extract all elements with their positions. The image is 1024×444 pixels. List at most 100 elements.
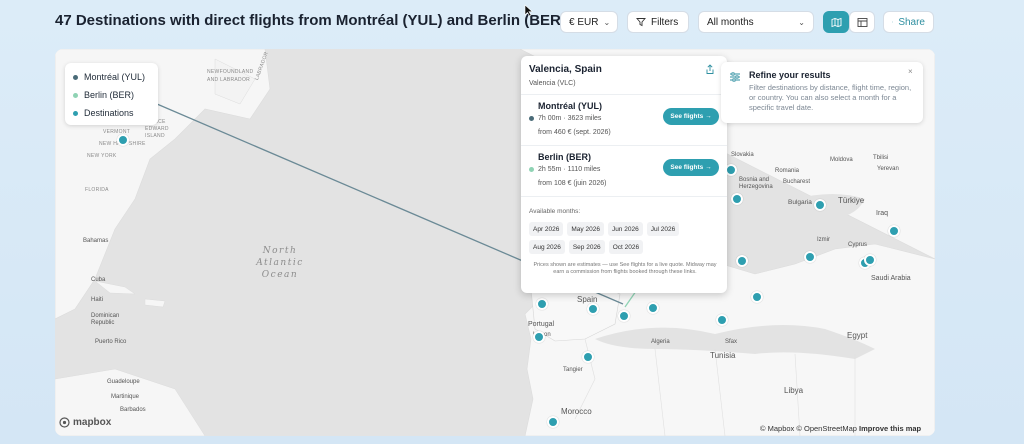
- refine-title: Refine your results: [749, 70, 831, 80]
- map-label: NEWFOUNDLAND: [207, 69, 254, 75]
- share-button[interactable]: Share: [883, 11, 934, 33]
- see-flights-button[interactable]: See flights →: [663, 108, 719, 125]
- close-icon[interactable]: ×: [908, 67, 913, 76]
- map-label: Tangier: [563, 367, 583, 373]
- route-dot: [529, 116, 534, 121]
- destination-pin[interactable]: [864, 254, 876, 266]
- mapbox-logo[interactable]: mapbox: [59, 417, 111, 428]
- share-icon[interactable]: [705, 64, 715, 75]
- month-chips: Apr 2026 May 2026 Jun 2026 Jul 2026 Aug …: [529, 222, 689, 254]
- filters-label: Filters: [651, 16, 679, 28]
- map-label: NEW YORK: [87, 153, 117, 159]
- popup-divider: [521, 196, 727, 197]
- legend-item-berlin: Berlin (BER): [73, 86, 150, 104]
- route-price: from 108 € (juin 2026): [538, 180, 607, 187]
- mapbox-wordmark: mapbox: [73, 417, 112, 428]
- route-montreal: Montréal (YUL) 7h 00m · 3623 miles from …: [521, 94, 727, 145]
- map-attribution: © Mapbox © OpenStreetMap Improve this ma…: [760, 424, 921, 433]
- map-icon: [831, 17, 841, 27]
- map-label: Cyprus: [848, 242, 868, 248]
- map-label: Haiti: [91, 297, 104, 303]
- route-berlin: Berlin (BER) 2h 55m · 1110 miles from 10…: [521, 145, 727, 196]
- month-chip[interactable]: Apr 2026: [529, 222, 564, 236]
- destination-pin[interactable]: [547, 416, 559, 428]
- improve-map-link[interactable]: Improve this map: [859, 424, 921, 433]
- map-label: Romania: [775, 168, 800, 174]
- map-label: Bahamas: [83, 238, 109, 244]
- map-label: Barbados: [120, 407, 146, 413]
- destination-pin[interactable]: [731, 193, 743, 205]
- map-legend: Montréal (YUL) Berlin (BER) Destinations: [65, 63, 158, 125]
- map-label: Cuba: [91, 277, 106, 283]
- map-label: Bucharest: [783, 179, 811, 185]
- mapbox-icon: [59, 417, 70, 428]
- share-label: Share: [898, 16, 925, 28]
- legend-label: Berlin (BER): [84, 90, 135, 100]
- map-label: Yerevan: [877, 166, 899, 172]
- month-chip[interactable]: Aug 2026: [529, 240, 565, 254]
- popup-subtitle: Valencia (VLC): [529, 80, 576, 87]
- chevron-down-icon: ⌄: [603, 17, 611, 27]
- destination-pin[interactable]: [587, 303, 599, 315]
- destination-pin[interactable]: [814, 199, 826, 211]
- destination-pin[interactable]: [804, 251, 816, 263]
- month-chip[interactable]: May 2026: [567, 222, 604, 236]
- map-label: Bosnia and: [739, 177, 770, 183]
- currency-label: € EUR: [569, 16, 599, 28]
- destination-pin[interactable]: [582, 351, 594, 363]
- destination-popup: Valencia, Spain Valencia (VLC) Montréal …: [521, 56, 727, 293]
- destination-pin[interactable]: [117, 134, 129, 146]
- destination-pin[interactable]: [647, 302, 659, 314]
- destination-pin[interactable]: [716, 314, 728, 326]
- destination-pin[interactable]: [751, 291, 763, 303]
- map-label: Libya: [784, 386, 804, 395]
- month-chip[interactable]: Jun 2026: [607, 222, 643, 236]
- filter-icon: [636, 18, 646, 27]
- price-disclaimer: Prices shown are estimates — use See fli…: [533, 262, 717, 275]
- legend-label: Montréal (YUL): [84, 72, 146, 82]
- table-view-toggle[interactable]: [849, 11, 875, 33]
- map-label: Saudi Arabia: [871, 275, 911, 282]
- currency-select[interactable]: € EUR ⌄: [560, 11, 618, 33]
- month-chip[interactable]: Sep 2026: [568, 240, 605, 254]
- map-label: EDWARD: [145, 126, 169, 132]
- map-label: Iraq: [876, 210, 889, 217]
- map-label: ISLAND: [145, 133, 165, 139]
- available-months-label: Available months:: [529, 208, 581, 215]
- route-price: from 460 € (sept. 2026): [538, 129, 611, 136]
- map-label: Herzegovina: [739, 184, 773, 190]
- mouse-cursor-icon: [524, 4, 533, 17]
- legend-dot: [73, 110, 78, 116]
- legend-dot: [73, 74, 78, 80]
- map-label: Portugal: [528, 321, 555, 328]
- filters-button[interactable]: Filters: [627, 11, 689, 33]
- legend-dot: [73, 92, 78, 98]
- destination-pin[interactable]: [736, 255, 748, 267]
- map-label: Türkiye: [838, 196, 865, 205]
- destination-pin[interactable]: [536, 298, 548, 310]
- map-label: Dominican: [91, 313, 120, 319]
- popup-title: Valencia, Spain: [529, 64, 602, 75]
- map-view-toggle[interactable]: [823, 11, 849, 33]
- map-label: Sfax: [725, 339, 738, 345]
- map-label: Morocco: [561, 407, 592, 416]
- refine-body: Filter destinations by distance, flight …: [749, 83, 912, 112]
- map-label: Tbilisi: [873, 155, 889, 161]
- see-flights-button[interactable]: See flights →: [663, 159, 719, 176]
- share-icon: [892, 21, 894, 23]
- destination-pin[interactable]: [618, 310, 630, 322]
- page-title: 47 Destinations with direct flights from…: [55, 12, 566, 29]
- months-select[interactable]: All months ⌄: [698, 11, 814, 33]
- osm-attribution[interactable]: © Mapbox © OpenStreetMap: [760, 424, 857, 433]
- map-label: Tunisia: [710, 351, 736, 360]
- destination-pin[interactable]: [533, 331, 545, 343]
- sliders-icon: [730, 72, 740, 82]
- route-time: 2h 55m · 1110 miles: [538, 166, 601, 173]
- months-label: All months: [707, 16, 754, 28]
- map-label: Egypt: [847, 331, 868, 340]
- month-chip[interactable]: Oct 2026: [608, 240, 644, 254]
- destination-pin[interactable]: [888, 225, 900, 237]
- map-label: Puerto Rico: [95, 339, 127, 345]
- month-chip[interactable]: Jul 2026: [646, 222, 680, 236]
- map-label: Izmir: [817, 237, 830, 243]
